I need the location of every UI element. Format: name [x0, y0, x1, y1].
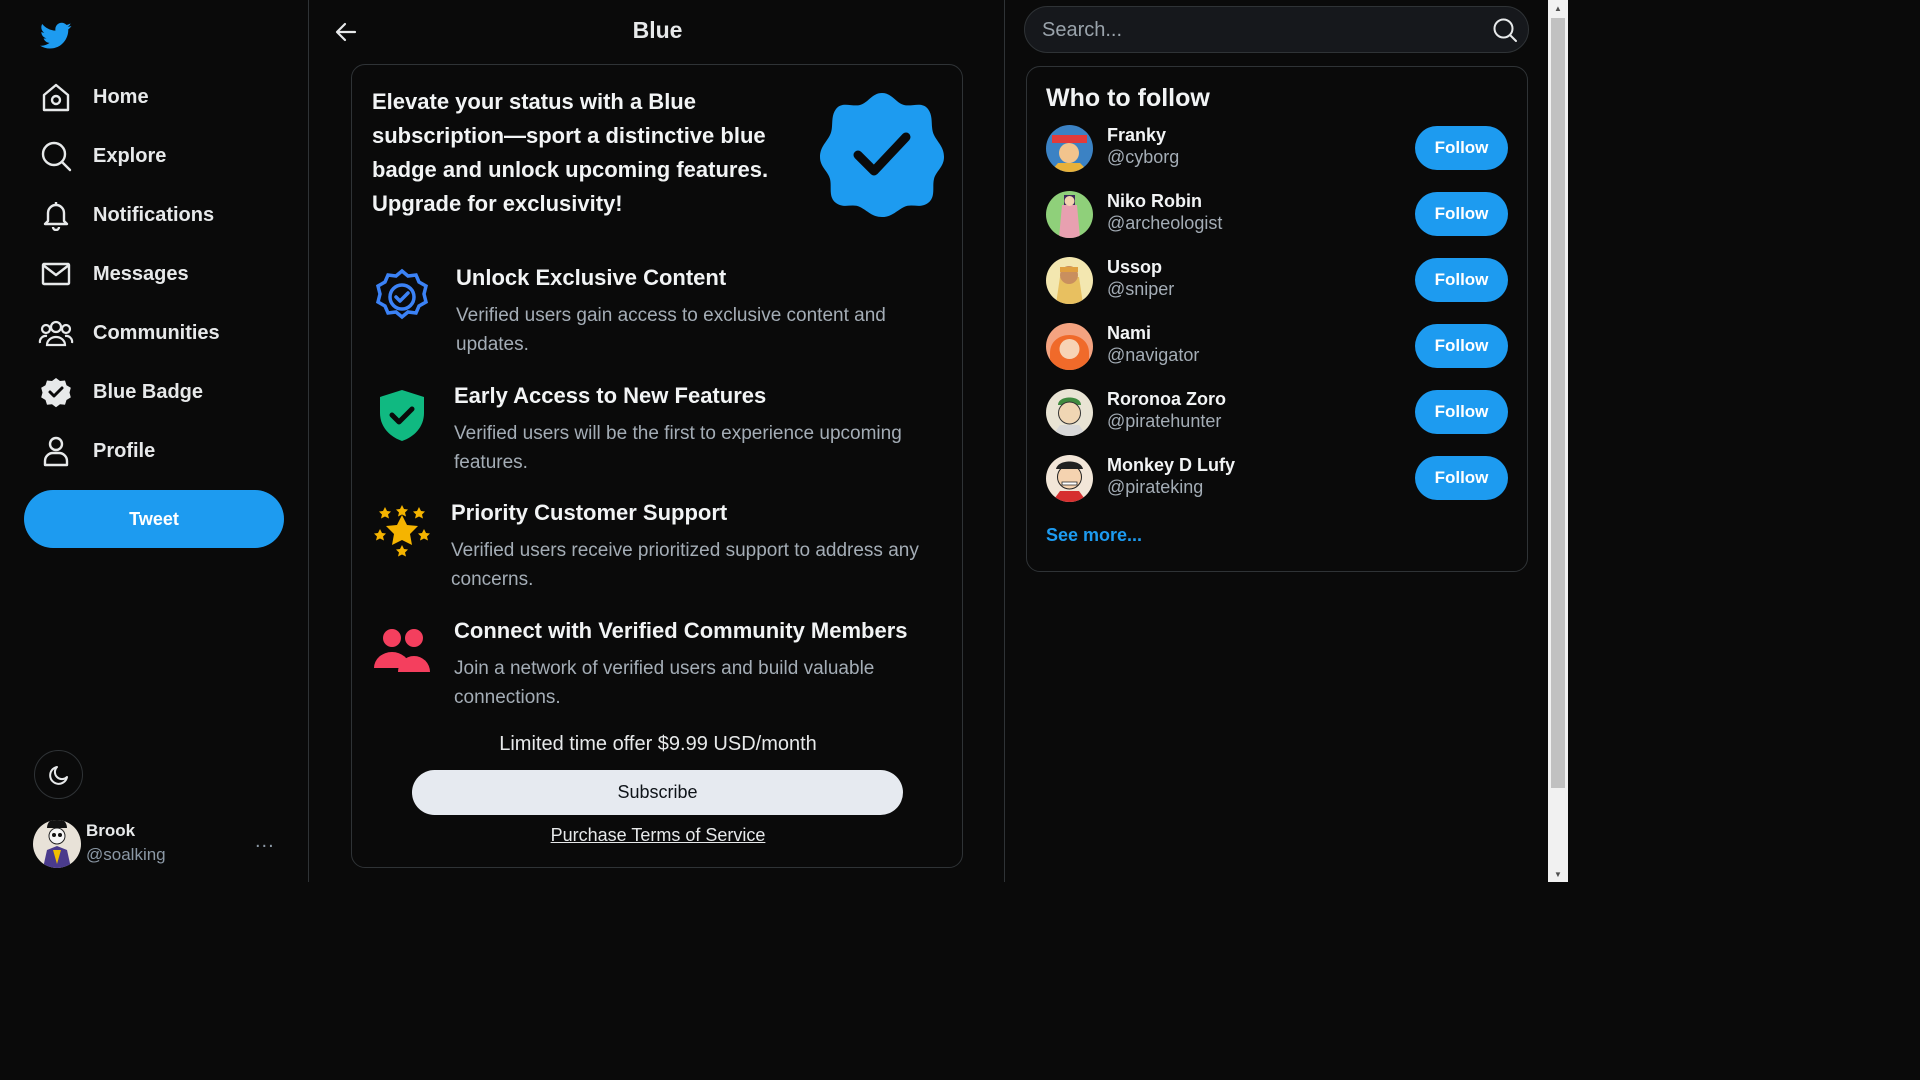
main-column: Blue Elevate your status with a Blue sub…: [310, 0, 1005, 882]
nav-label: Profile: [93, 439, 156, 462]
follow-button[interactable]: Follow: [1415, 456, 1508, 500]
suggestion-name: Franky: [1107, 125, 1167, 145]
page-scrollbar[interactable]: ▲ ▼: [1548, 0, 1568, 882]
blue-subscription-card: Elevate your status with a Blue subscrip…: [351, 64, 963, 868]
nav-label: Home: [93, 85, 149, 108]
follow-button[interactable]: Follow: [1415, 258, 1508, 302]
twitter-logo-icon[interactable]: [40, 22, 72, 50]
home-icon: [38, 79, 74, 115]
suggestion-handle: @navigator: [1107, 345, 1200, 365]
account-handle: @soalking: [86, 845, 166, 864]
nav-label: Communities: [93, 321, 220, 344]
suggestion-name: Niko Robin: [1107, 191, 1202, 211]
follow-button[interactable]: Follow: [1415, 192, 1508, 236]
verified-outline-icon: [370, 265, 434, 329]
page-title: Blue: [632, 17, 683, 43]
people-icon: [38, 315, 74, 351]
feature-title: Unlock Exclusive Content: [456, 265, 727, 290]
follow-suggestion[interactable]: Franky @cyborg Follow: [1046, 125, 1508, 173]
follow-suggestion[interactable]: Nami @navigator Follow: [1046, 323, 1508, 371]
feature-description: Join a network of verified users and bui…: [454, 658, 875, 708]
nav-label: Notifications: [93, 203, 215, 226]
who-to-follow-title: Who to follow: [1046, 84, 1210, 112]
feature-description: Verified users receive prioritized suppo…: [451, 540, 919, 590]
feature-title: Priority Customer Support: [451, 500, 728, 525]
avatar: [1046, 125, 1093, 172]
user-icon: [38, 433, 74, 469]
theme-toggle-button[interactable]: [34, 750, 83, 799]
follow-button[interactable]: Follow: [1415, 126, 1508, 170]
suggestion-name: Roronoa Zoro: [1107, 389, 1226, 409]
nav-item-messages[interactable]: Messages: [38, 254, 189, 294]
bell-icon: [38, 197, 74, 233]
scrollbar-thumb[interactable]: [1551, 18, 1565, 788]
suggestion-name: Nami: [1107, 323, 1152, 343]
purchase-terms-link[interactable]: Purchase Terms of Service: [352, 825, 964, 846]
follow-suggestion[interactable]: Ussop @sniper Follow: [1046, 257, 1508, 305]
nav-item-notifications[interactable]: Notifications: [38, 195, 214, 235]
feature-title: Early Access to New Features: [454, 383, 767, 408]
feature-title: Connect with Verified Community Members: [454, 618, 908, 643]
left-sidebar: Home Explore Notifications Messages Comm…: [0, 0, 309, 882]
avatar: [1046, 323, 1093, 370]
scroll-up-icon[interactable]: ▲: [1548, 0, 1568, 16]
search-input[interactable]: [1040, 7, 1484, 54]
suggestion-handle: @piratehunter: [1107, 411, 1222, 431]
nav-label: Blue Badge: [93, 380, 204, 403]
feature-description: Verified users gain access to exclusive …: [456, 305, 886, 355]
verified-badge-icon: [38, 374, 74, 410]
suggestion-name: Monkey D Lufy: [1107, 455, 1236, 475]
avatar: [1046, 191, 1093, 238]
mail-icon: [38, 256, 74, 292]
moon-icon: [48, 765, 68, 785]
shield-check-icon: [370, 383, 434, 447]
who-to-follow-panel: Who to follow Franky @cyborg Follow Niko…: [1026, 66, 1528, 572]
account-switcher[interactable]: Brook @soalking ...: [33, 818, 283, 868]
follow-suggestion[interactable]: Niko Robin @archeologist Follow: [1046, 191, 1508, 239]
tweet-button[interactable]: Tweet: [24, 490, 284, 548]
account-name: Brook: [86, 821, 136, 840]
suggestion-handle: @cyborg: [1107, 147, 1180, 167]
hero-text: Elevate your status with a Blue subscrip…: [372, 89, 769, 216]
search-icon[interactable]: [1492, 17, 1518, 43]
verified-badge-icon: [820, 93, 944, 217]
more-options-icon[interactable]: ...: [255, 830, 275, 853]
community-icon: [370, 618, 434, 682]
nav-item-explore[interactable]: Explore: [38, 136, 166, 176]
scroll-down-icon[interactable]: ▼: [1548, 866, 1568, 882]
search-icon: [38, 138, 74, 174]
suggestion-handle: @sniper: [1107, 279, 1175, 299]
avatar: [1046, 257, 1093, 304]
follow-suggestion[interactable]: Monkey D Lufy @pirateking Follow: [1046, 455, 1508, 503]
nav-label: Explore: [93, 144, 167, 167]
follow-button[interactable]: Follow: [1415, 324, 1508, 368]
avatar: [1046, 455, 1093, 502]
search-box: [1024, 6, 1529, 54]
nav-label: Messages: [93, 262, 189, 285]
suggestion-handle: @pirateking: [1107, 477, 1204, 497]
follow-button[interactable]: Follow: [1415, 390, 1508, 434]
see-more-link[interactable]: See more...: [1046, 525, 1142, 546]
avatar: [1046, 389, 1093, 436]
avatar: [33, 820, 81, 868]
stars-icon: [370, 500, 434, 564]
feature-description: Verified users will be the first to expe…: [454, 423, 902, 473]
nav-item-blue-badge[interactable]: Blue Badge: [38, 372, 203, 412]
nav-item-communities[interactable]: Communities: [38, 313, 220, 353]
nav-item-profile[interactable]: Profile: [38, 431, 155, 471]
suggestion-handle: @archeologist: [1107, 213, 1223, 233]
nav-item-home[interactable]: Home: [38, 77, 149, 117]
follow-suggestion[interactable]: Roronoa Zoro @piratehunter Follow: [1046, 389, 1508, 437]
suggestion-name: Ussop: [1107, 257, 1163, 277]
price-offer-text: Limited time offer $9.99 USD/month: [499, 733, 817, 755]
subscribe-button[interactable]: Subscribe: [412, 770, 903, 815]
